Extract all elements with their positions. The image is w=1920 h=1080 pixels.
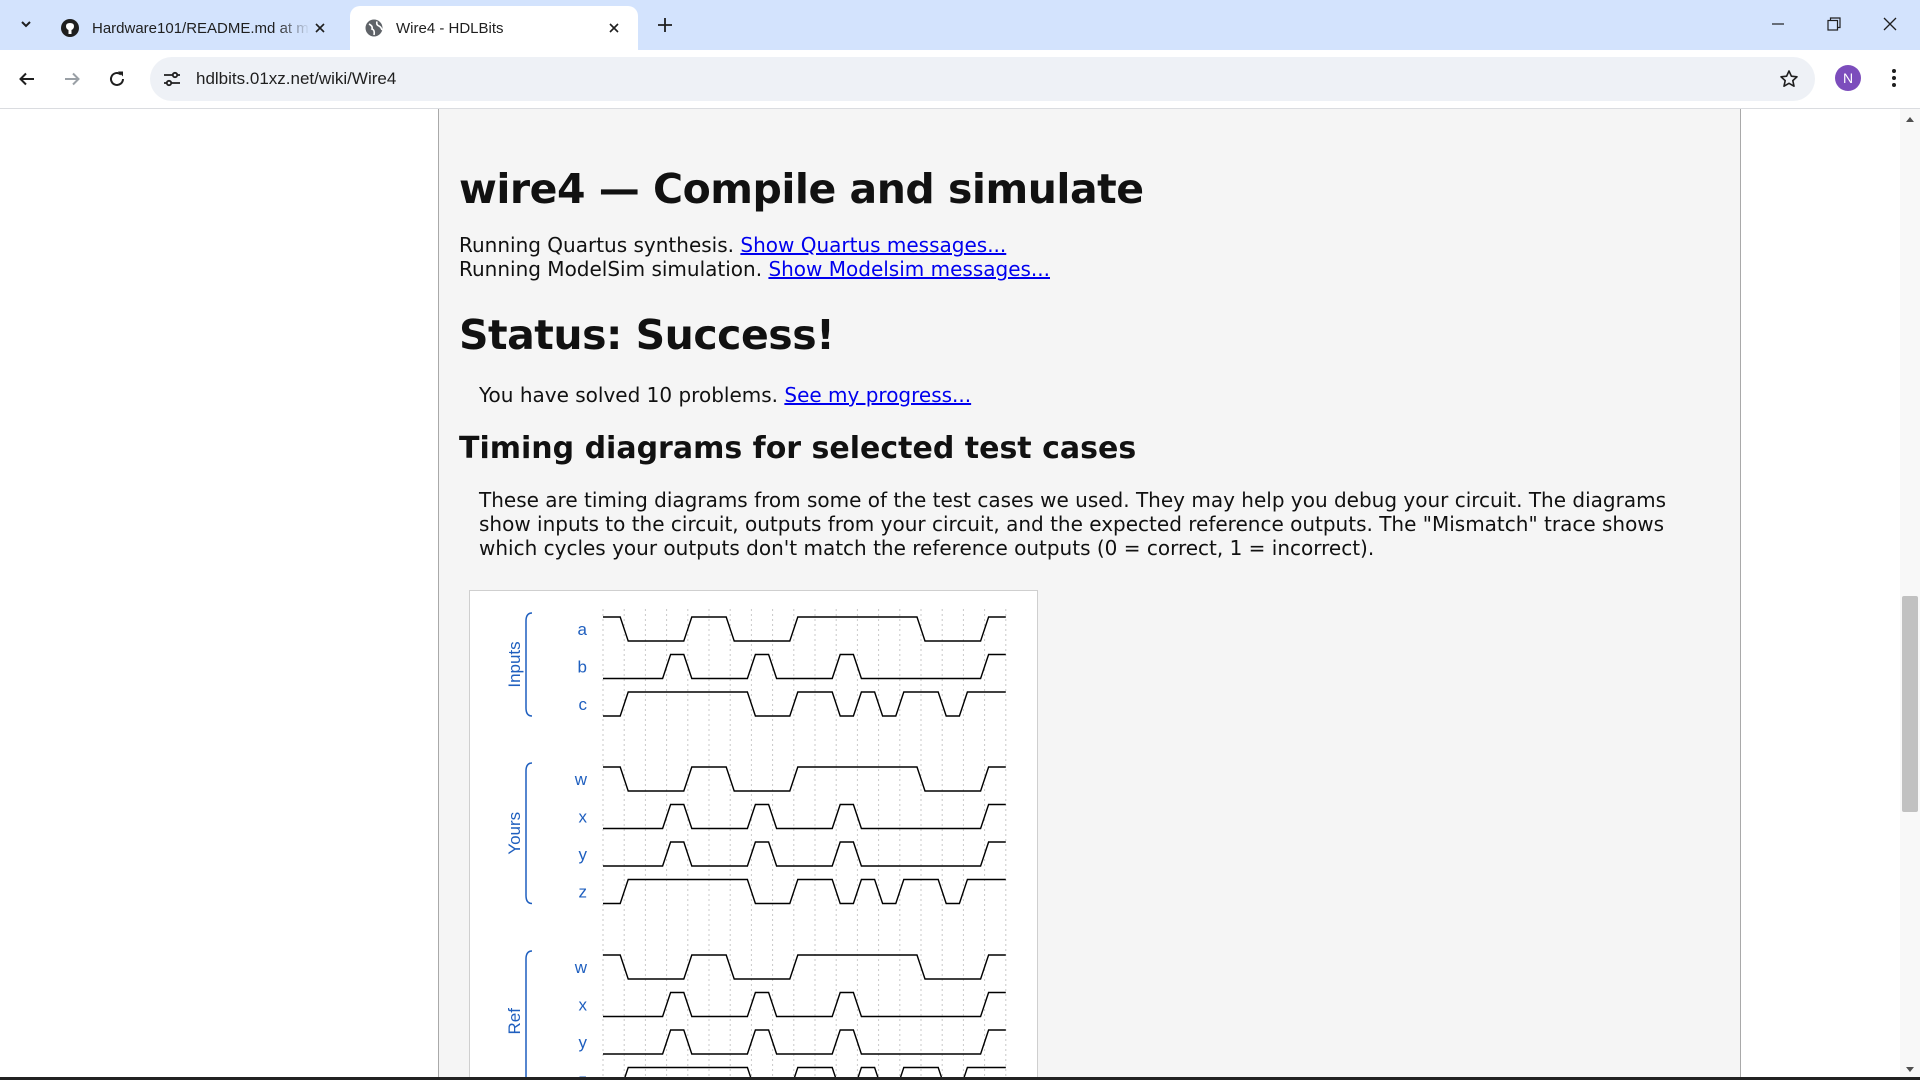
show-quartus-messages-link[interactable]: Show Quartus messages...	[740, 233, 1006, 257]
page-title: wire4 — Compile and simulate	[459, 165, 1144, 213]
content-inner: wire4 — Compile and simulate Running Qua…	[459, 165, 1719, 560]
solved-line: You have solved 10 problems. See my prog…	[479, 383, 1719, 407]
signal-trace	[603, 616, 1006, 642]
signal-label: c	[579, 695, 588, 714]
signal-label: x	[579, 808, 588, 827]
plus-icon	[658, 18, 672, 32]
status-heading: Status: Success!	[459, 311, 835, 359]
tab-title: Hardware101/README.md at m	[92, 19, 309, 37]
address-bar[interactable]: hdlbits.01xz.net/wiki/Wire4	[150, 57, 1815, 101]
timing-diagram-svg: InputsabcYourswxyzRefwxyz	[505, 609, 1007, 1080]
signal-label: w	[574, 770, 588, 789]
signal-label: b	[578, 658, 587, 677]
signal-trace	[603, 803, 1006, 830]
page-scrollbar[interactable]	[1900, 109, 1920, 1080]
minimize-icon	[1772, 23, 1784, 25]
signal-label: z	[579, 883, 588, 902]
signal-trace	[603, 653, 1006, 680]
bookmark-star-icon[interactable]	[1777, 67, 1801, 91]
group-bracket	[525, 950, 533, 1080]
arrow-left-icon	[19, 72, 34, 86]
github-icon	[61, 19, 79, 37]
profile-avatar[interactable]: N	[1835, 65, 1861, 91]
page-viewport: wire4 — Compile and simulate Running Qua…	[0, 109, 1900, 1080]
site-info-icon[interactable]	[160, 67, 184, 91]
group-bracket	[525, 762, 533, 905]
modelsim-text: Running ModelSim simulation.	[459, 257, 769, 281]
signal-label: w	[574, 958, 588, 977]
quartus-text: Running Quartus synthesis.	[459, 233, 741, 257]
close-tab-icon[interactable]	[310, 18, 330, 38]
timing-description: These are timing diagrams from some of t…	[479, 488, 1666, 560]
signal-trace	[603, 1029, 1006, 1055]
tab-search-button[interactable]	[12, 10, 40, 38]
more-vertical-icon	[1892, 69, 1896, 87]
scroll-down-arrow-icon[interactable]	[1904, 1064, 1916, 1076]
back-button[interactable]	[10, 62, 44, 96]
signal-trace	[603, 878, 1006, 905]
signal-trace	[603, 954, 1006, 980]
tab-title: Wire4 - HDLBits	[396, 19, 504, 37]
group-label: Ref	[505, 1008, 524, 1035]
chevron-down-icon	[21, 21, 31, 28]
signal-label: x	[579, 996, 588, 1015]
main-content: wire4 — Compile and simulate Running Qua…	[438, 109, 1741, 1080]
run-log: Running Quartus synthesis. Show Quartus …	[459, 233, 1719, 281]
reload-button[interactable]	[100, 62, 134, 96]
minimize-button[interactable]	[1750, 0, 1806, 48]
close-window-button[interactable]	[1862, 0, 1918, 48]
group-label: Yours	[505, 812, 524, 855]
signal-label: a	[578, 620, 588, 639]
signal-trace	[603, 766, 1006, 792]
signal-trace	[603, 991, 1006, 1018]
tab-wire4-hdlbits[interactable]: Wire4 - HDLBits	[350, 6, 638, 50]
restore-button[interactable]	[1806, 0, 1862, 48]
arrow-right-icon	[65, 72, 80, 86]
tab-github-readme[interactable]: Hardware101/README.md at m	[46, 6, 344, 50]
modelsim-line: Running ModelSim simulation. Show Models…	[459, 257, 1719, 281]
solved-text: You have solved 10 problems.	[479, 383, 785, 407]
new-tab-button[interactable]	[652, 12, 678, 38]
timing-heading: Timing diagrams for selected test cases	[459, 431, 1137, 466]
signal-label: y	[579, 1033, 588, 1052]
see-my-progress-link[interactable]: See my progress...	[784, 383, 971, 407]
close-icon	[1883, 17, 1897, 31]
forward-button[interactable]	[55, 62, 89, 96]
timing-diagram: Inputs a b c Yours w x y z Ref w x y z	[469, 590, 1038, 1080]
reload-icon	[110, 71, 124, 86]
show-modelsim-messages-link[interactable]: Show Modelsim messages...	[768, 257, 1050, 281]
quartus-line: Running Quartus synthesis. Show Quartus …	[459, 233, 1719, 257]
restore-icon	[1827, 17, 1841, 31]
signal-trace	[603, 841, 1006, 867]
group-label: Inputs	[505, 641, 524, 687]
scrollbar-thumb[interactable]	[1902, 596, 1918, 812]
close-tab-icon[interactable]	[604, 18, 624, 38]
signal-trace	[603, 691, 1006, 717]
scroll-up-arrow-icon[interactable]	[1904, 113, 1916, 125]
browser-menu-button[interactable]	[1880, 64, 1908, 92]
signal-label: y	[579, 845, 588, 864]
globe-icon	[365, 19, 383, 37]
group-bracket	[525, 612, 533, 717]
browser-toolbar: hdlbits.01xz.net/wiki/Wire4 N	[0, 50, 1920, 109]
tab-strip: Hardware101/README.md at m Wire4 - HDLBi…	[0, 0, 1920, 50]
url-text[interactable]: hdlbits.01xz.net/wiki/Wire4	[196, 69, 396, 89]
